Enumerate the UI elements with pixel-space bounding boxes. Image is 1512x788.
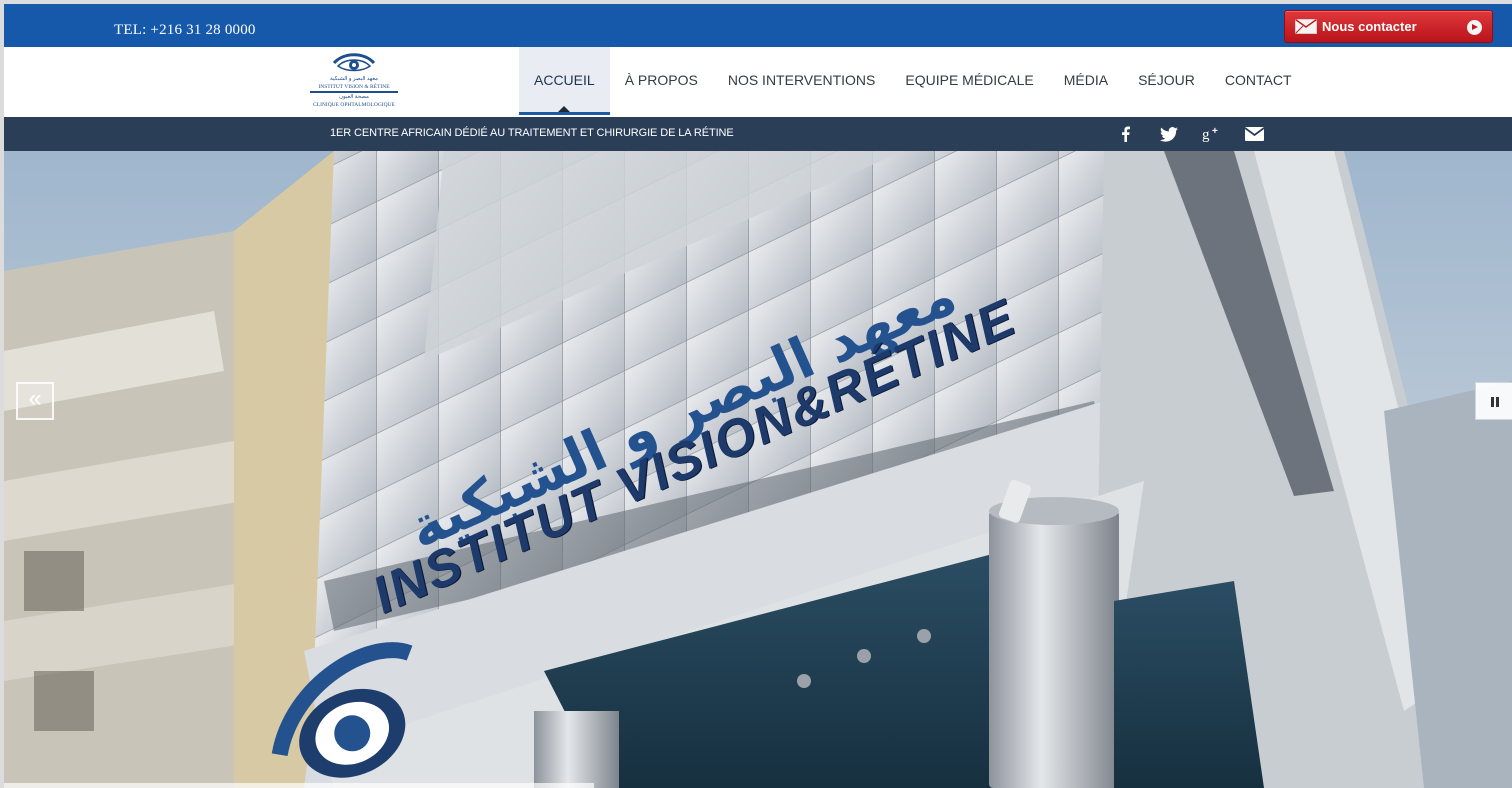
nav-item-contact[interactable]: CONTACT — [1210, 47, 1307, 113]
tagline: 1ER CENTRE AFRICAIN DÉDIÉ AU TRAITEMENT … — [330, 127, 734, 139]
nav-item-label: À PROPOS — [624, 72, 698, 88]
nav-item-label: EQUIPE MÉDICALE — [905, 72, 1034, 88]
nav-item-nos-interventions[interactable]: NOS INTERVENTIONS — [713, 47, 891, 113]
contact-button-label: Nous contacter — [1322, 19, 1417, 34]
logo-arabic-title: معهد البصر و الشبكية — [330, 76, 378, 82]
hero-slider: معهد البصر و الشبكية INSTITUT VISION&RÉT… — [4, 151, 1512, 788]
nav-item-label: CONTACT — [1224, 72, 1292, 88]
phone-number[interactable]: TEL: +216 31 28 0000 — [114, 22, 256, 39]
nav-item-label: SÉJOUR — [1138, 72, 1195, 88]
nav-item-a-propos[interactable]: À PROPOS — [610, 47, 713, 113]
twitter-icon[interactable] — [1147, 123, 1190, 145]
logo-arabic-sub: مصحة العيون — [339, 94, 369, 100]
nav-item-equipe-medicale[interactable]: EQUIPE MÉDICALE — [890, 47, 1048, 113]
nav-item-sejour[interactable]: SÉJOUR — [1123, 47, 1210, 113]
eye-logo-icon — [332, 53, 376, 72]
logo[interactable]: معهد البصر و الشبكية INSTITUT VISION & R… — [306, 52, 402, 112]
envelope-icon — [1295, 19, 1317, 34]
logo-name: INSTITUT VISION & RÉTINE — [318, 84, 390, 90]
nav-item-label: MÉDIA — [1063, 72, 1109, 88]
play-icon — [1467, 20, 1482, 35]
nav-item-accueil[interactable]: ACCUEIL — [519, 47, 610, 115]
google-plus-icon[interactable]: g + — [1190, 123, 1233, 145]
svg-text:+: + — [1212, 126, 1218, 137]
top-bar: TEL: +216 31 28 0000 Nous contacter — [4, 4, 1512, 47]
main-nav: ACCUEIL À PROPOS NOS INTERVENTIONS EQUIP… — [519, 47, 1307, 115]
nav-item-label: NOS INTERVENTIONS — [727, 72, 876, 88]
tagline-strip: 1ER CENTRE AFRICAIN DÉDIÉ AU TRAITEMENT … — [4, 117, 1512, 151]
nav-item-media[interactable]: MÉDIA — [1049, 47, 1123, 113]
active-indicator-icon — [558, 106, 571, 112]
double-chevron-left-icon[interactable]: « — [16, 382, 54, 420]
social-links: g + — [1104, 123, 1276, 145]
svg-text:g: g — [1202, 127, 1210, 142]
logo-subtitle: CLINIQUE OPHTALMOLOGIQUE — [313, 102, 395, 108]
logo-divider — [310, 91, 398, 93]
building-photo — [4, 151, 1512, 788]
envelope-icon[interactable] — [1233, 123, 1276, 145]
slide-caption-bar — [4, 783, 594, 788]
pause-icon[interactable] — [1475, 382, 1512, 420]
contact-button[interactable]: Nous contacter — [1284, 10, 1493, 43]
nav-item-label: ACCUEIL — [534, 72, 595, 88]
facebook-icon[interactable] — [1104, 123, 1147, 145]
main-header: معهد البصر و الشبكية INSTITUT VISION & R… — [4, 47, 1512, 117]
